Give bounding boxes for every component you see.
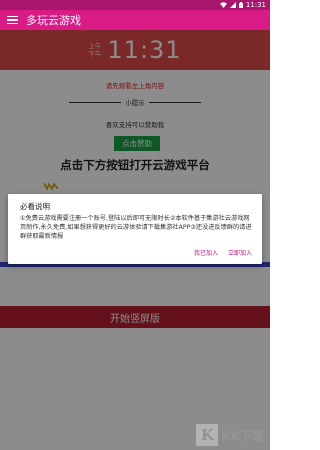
notice-dialog: 必看说明 ①免费云游戏需要注册一个账号,登陆以后即可无限时长②本软件基于集游社云… (8, 194, 262, 264)
status-time: 11:31 (245, 1, 266, 9)
status-icons: 11:31 (219, 0, 266, 10)
battery-icon (238, 2, 243, 8)
dialog-actions: 我已加入 立即加入 (194, 248, 252, 257)
dialog-title: 必看说明 (20, 202, 50, 211)
dialog-body: ①免费云游戏需要注册一个账号,登陆以后即可无限时长②本软件基于集游社云游戏网页制… (20, 215, 252, 240)
status-bar: 11:31 (0, 0, 270, 10)
join-now-button[interactable]: 立即加入 (228, 248, 252, 257)
watermark-logo-icon: K (196, 424, 219, 446)
app-title: 多玩云游戏 (26, 14, 81, 27)
watermark: K KK下载 (196, 424, 264, 446)
wifi-icon (219, 2, 227, 8)
signal-icon (229, 2, 236, 8)
app-bar: 多玩云游戏 (0, 10, 270, 30)
menu-icon[interactable] (2, 10, 22, 30)
watermark-text: KK下载 (221, 428, 264, 443)
already-joined-button[interactable]: 我已加入 (194, 248, 218, 257)
